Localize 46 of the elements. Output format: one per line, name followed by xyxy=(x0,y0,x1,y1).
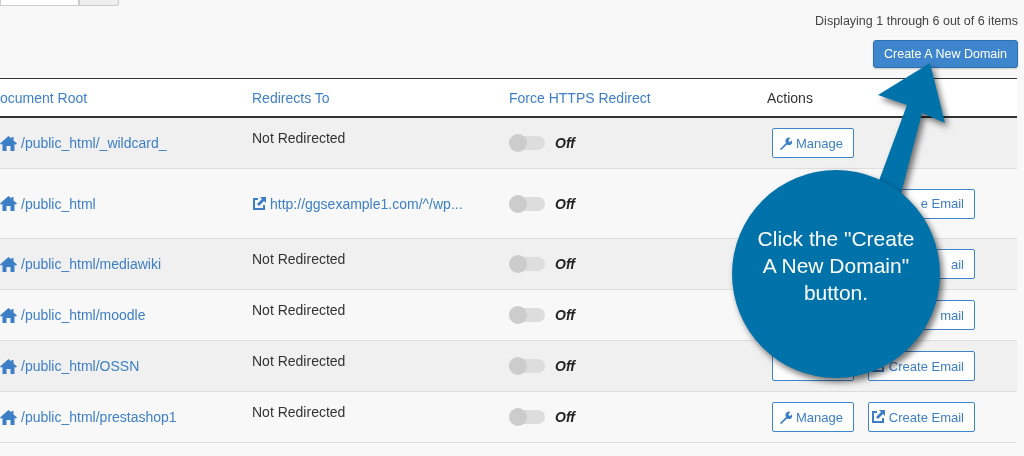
redirect-status: Not Redirected xyxy=(252,302,346,318)
external-link-icon xyxy=(870,410,885,424)
create-email-button[interactable]: Create Email xyxy=(868,402,975,432)
toggle-switch[interactable] xyxy=(509,257,545,271)
document-root-link[interactable]: /public_html xyxy=(21,195,96,212)
item-count: Displaying 1 through 6 out of 6 items xyxy=(815,14,1018,28)
search-button[interactable] xyxy=(79,0,119,6)
toggle-switch[interactable] xyxy=(509,410,545,424)
document-root-link[interactable]: /public_html/mediawiki xyxy=(21,256,162,272)
manage-button[interactable]: Manage xyxy=(772,128,854,158)
toggle-switch[interactable] xyxy=(509,196,545,211)
redirect-status: Not Redirected xyxy=(252,251,346,267)
wrench-icon xyxy=(779,136,792,150)
column-header: Actions xyxy=(767,89,814,106)
search-field[interactable] xyxy=(0,0,79,6)
toggle-label: Off xyxy=(555,256,575,272)
column-header[interactable]: Force HTTPS Redirect xyxy=(509,89,767,106)
toggle-label: Off xyxy=(555,409,575,425)
home-icon xyxy=(0,135,17,151)
document-root-link[interactable]: /public_html/moodle xyxy=(21,307,146,323)
home-icon xyxy=(0,409,17,425)
toggle-switch[interactable] xyxy=(509,359,545,373)
redirect-link[interactable]: http://ggsexample1.com/^/wp... xyxy=(270,195,463,212)
column-header[interactable]: ocument Root xyxy=(0,89,252,106)
redirect-status: Not Redirected xyxy=(252,130,346,146)
toggle-switch[interactable] xyxy=(509,308,545,322)
external-link-icon xyxy=(252,196,266,211)
document-root-link[interactable]: /public_html/prestashop1 xyxy=(21,409,177,425)
redirect-status: Not Redirected xyxy=(252,404,346,420)
document-root-link[interactable]: /public_html/_wildcard_ xyxy=(21,135,167,151)
home-icon xyxy=(0,256,17,272)
manage-button[interactable]: Manage xyxy=(772,402,854,432)
toggle-label: Off xyxy=(555,307,575,323)
toggle-label: Off xyxy=(555,195,575,212)
column-header[interactable]: Redirects To xyxy=(252,89,509,106)
redirect-status: Not Redirected xyxy=(252,353,346,369)
home-icon xyxy=(0,358,17,374)
toggle-switch[interactable] xyxy=(509,136,545,150)
home-icon xyxy=(0,307,17,323)
callout-text: Click the "Create A New Domain" button. xyxy=(756,225,916,306)
wrench-icon xyxy=(779,410,792,424)
toggle-label: Off xyxy=(555,358,575,374)
toggle-label: Off xyxy=(555,135,575,151)
document-root-link[interactable]: /public_html/OSSN xyxy=(21,358,140,374)
home-icon xyxy=(0,196,17,211)
create-domain-button[interactable]: Create A New Domain xyxy=(873,40,1018,68)
